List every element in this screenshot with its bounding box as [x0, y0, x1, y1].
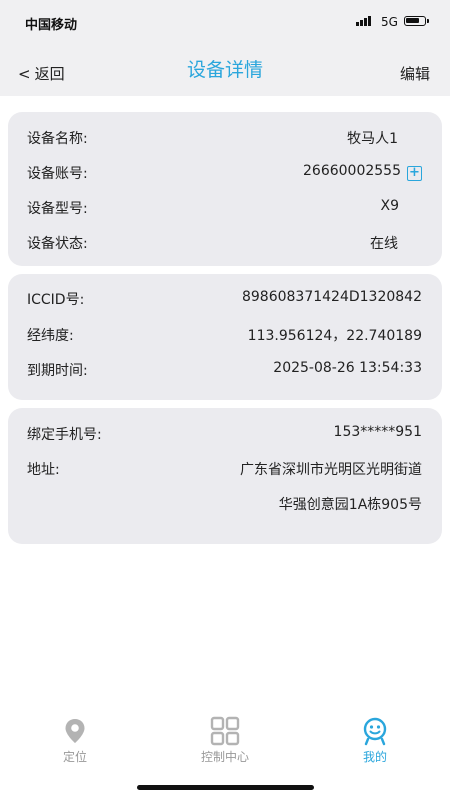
- device-state-label: 设备状态:: [27, 236, 88, 252]
- sim-info-card: ICCID号: 898608371424D1320842 经纬度: 113.95…: [8, 274, 442, 400]
- home-indicator: [137, 785, 314, 790]
- iccid-value: 898608371424D1320842: [241, 289, 422, 305]
- device-model-row: 设备型号: X9: [8, 198, 442, 218]
- signal-icon: [356, 16, 371, 26]
- status-bar: 中国移动 5G: [0, 0, 450, 44]
- nav-bar: < 返回 设备详情 编辑: [0, 44, 450, 96]
- carrier-name: 中国移动: [25, 18, 78, 33]
- device-state-value: 在线: [370, 236, 398, 252]
- owner-info-card: 绑定手机号: 153*****951 地址: 广东省深圳市光明区光明街道 华强创…: [8, 408, 442, 544]
- iccid-row: ICCID号: 898608371424D1320842: [8, 289, 442, 309]
- phone-value: 153*****951: [333, 424, 422, 440]
- device-account-row: 设备账号: 26660002555 +: [8, 163, 442, 183]
- address-row: 地址: 广东省深圳市光明区光明街道: [8, 459, 442, 479]
- location-pin-icon: [60, 716, 90, 746]
- device-account-label: 设备账号:: [27, 166, 88, 182]
- coordinates-row: 经纬度: 113.956124，22.740189: [8, 325, 442, 345]
- tab-mine[interactable]: 我的: [300, 710, 450, 765]
- phone-label: 绑定手机号:: [27, 427, 102, 443]
- coordinates-value: 113.956124，22.740189: [247, 328, 422, 344]
- expire-label: 到期时间:: [27, 363, 88, 379]
- expire-row: 到期时间: 2025-08-26 13:54:33: [8, 360, 442, 380]
- device-account-group: 26660002555 +: [303, 163, 422, 181]
- tab-bar: 定位 控制中心 我的: [0, 710, 450, 780]
- device-name-label: 设备名称:: [27, 131, 88, 147]
- edit-button[interactable]: 编辑: [400, 63, 430, 84]
- coordinates-label: 经纬度:: [27, 328, 74, 344]
- tab-control-center-label: 控制中心: [200, 750, 249, 764]
- battery-icon: [404, 16, 429, 26]
- add-icon[interactable]: +: [407, 166, 422, 181]
- device-name-value: 牧马人1: [347, 131, 398, 147]
- expire-value: 2025-08-26 13:54:33: [273, 360, 422, 376]
- device-account-value: 26660002555: [303, 163, 401, 179]
- address-line-2: 华强创意园1A栋905号: [278, 497, 422, 513]
- grid-icon: [210, 716, 240, 746]
- address-row-2: 华强创意园1A栋905号: [8, 494, 442, 514]
- tab-location[interactable]: 定位: [0, 710, 150, 765]
- iccid-label: ICCID号:: [27, 292, 85, 308]
- tab-mine-label: 我的: [362, 750, 387, 764]
- device-info-card: 设备名称: 牧马人1 设备账号: 26660002555 + 设备型号: X9 设…: [8, 112, 442, 266]
- network-type: 5G: [381, 15, 398, 29]
- tab-control-center[interactable]: 控制中心: [150, 710, 300, 765]
- phone-row: 绑定手机号: 153*****951: [8, 424, 442, 444]
- device-name-row: 设备名称: 牧马人1: [8, 128, 442, 148]
- smiley-user-icon: [360, 716, 390, 746]
- page-title: 设备详情: [186, 59, 263, 81]
- address-label: 地址:: [27, 462, 60, 478]
- tab-location-label: 定位: [62, 750, 87, 764]
- device-model-label: 设备型号:: [27, 201, 88, 217]
- device-state-row: 设备状态: 在线: [8, 233, 442, 253]
- device-model-value: X9: [380, 198, 400, 214]
- address-line-1: 广东省深圳市光明区光明街道: [240, 462, 422, 478]
